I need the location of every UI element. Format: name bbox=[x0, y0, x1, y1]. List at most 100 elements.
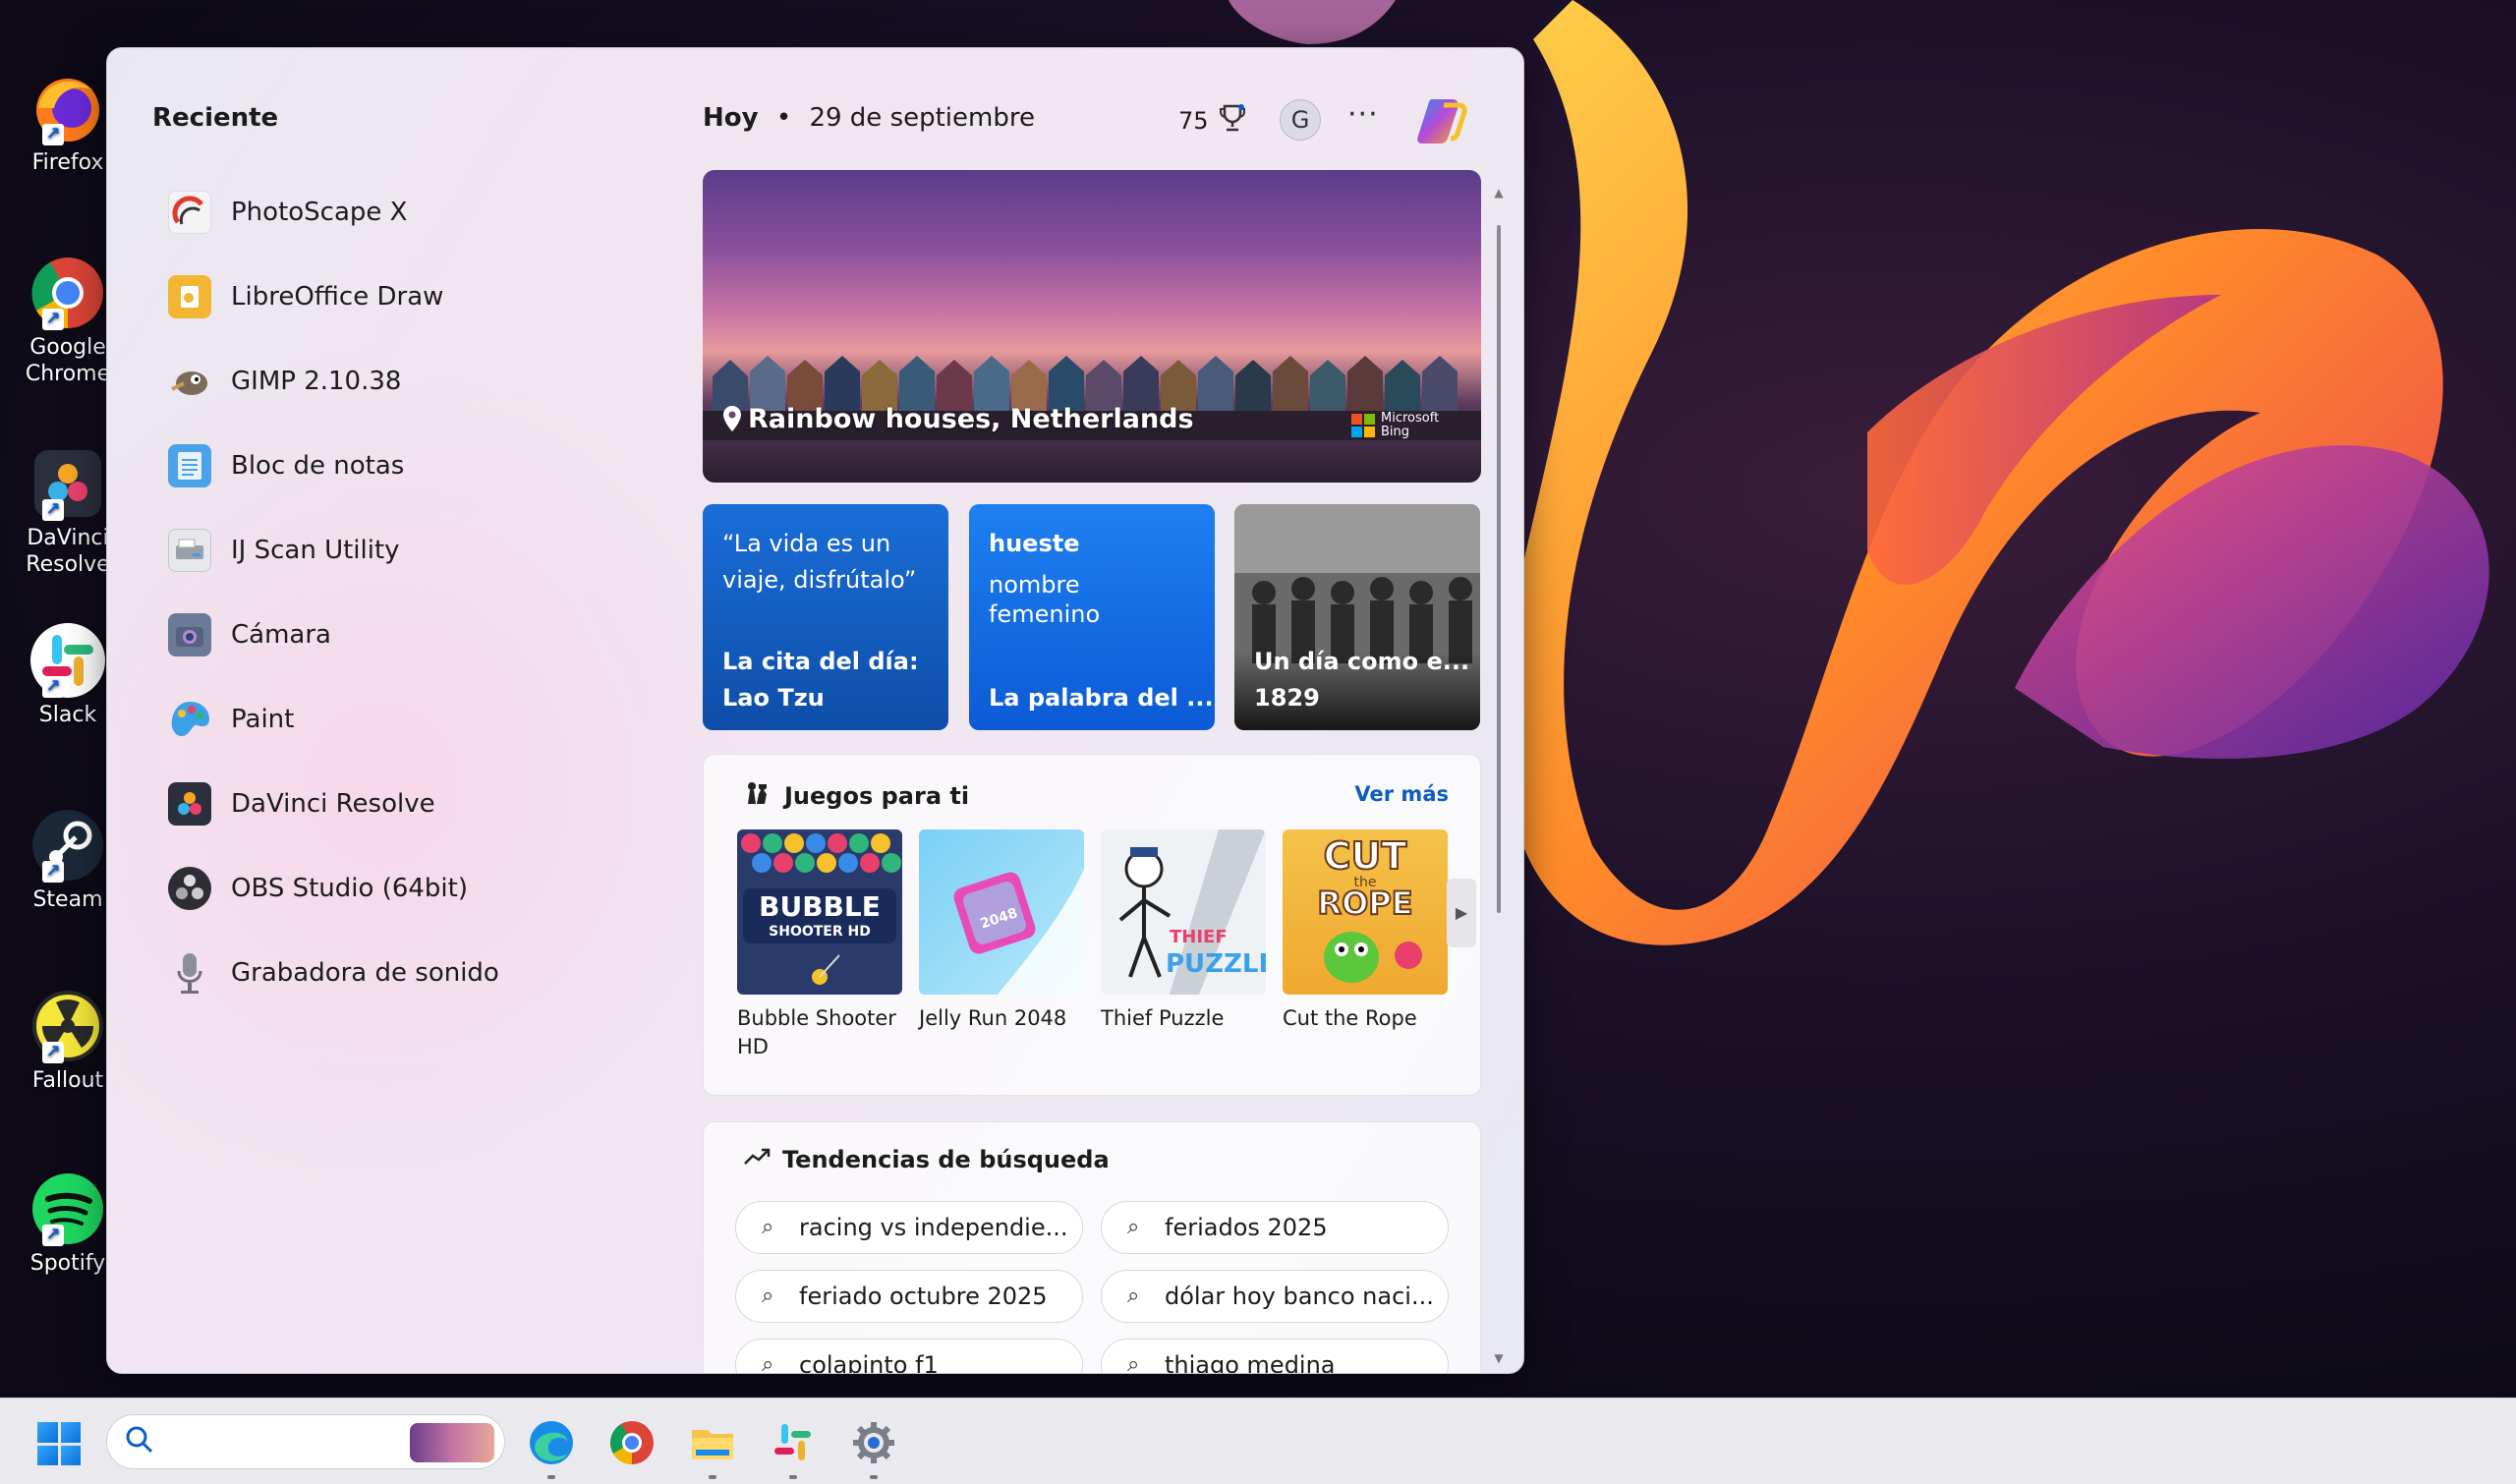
recent-item-label: Grabadora de sonido bbox=[231, 958, 499, 988]
trend-text: colapinto f1 bbox=[799, 1351, 939, 1374]
recent-item-sound-recorder[interactable]: Grabadora de sonido bbox=[168, 931, 718, 1015]
trophy-icon bbox=[1219, 103, 1246, 139]
hero-image-card[interactable]: Rainbow houses, Netherlands Microsoft Bin… bbox=[703, 170, 1481, 483]
recent-item-paint[interactable]: Paint bbox=[168, 677, 718, 762]
recent-item-label: LibreOffice Draw bbox=[231, 282, 444, 312]
on-this-day-title: Un día como e... 1829 bbox=[1254, 644, 1469, 716]
location-pin-icon bbox=[720, 404, 744, 440]
trend-chip[interactable]: ⌕ feriado octubre 2025 bbox=[735, 1270, 1083, 1323]
file-explorer-icon[interactable] bbox=[686, 1416, 739, 1479]
gimp-icon bbox=[168, 360, 211, 403]
chrome-icon: ↗ bbox=[29, 254, 107, 332]
chess-icon bbox=[743, 778, 772, 814]
trend-text: thiago medina bbox=[1165, 1351, 1336, 1374]
recent-item-ij-scan[interactable]: IJ Scan Utility bbox=[168, 508, 718, 593]
trending-up-icon bbox=[743, 1146, 771, 1173]
recent-item-camera[interactable]: Cámara bbox=[168, 593, 718, 677]
games-next-arrow[interactable]: ▶ bbox=[1447, 879, 1476, 947]
game-name: Cut the Rope bbox=[1283, 1006, 1417, 1030]
more-options-button[interactable]: ··· bbox=[1347, 97, 1379, 132]
search-icon: ⌕ bbox=[1127, 1215, 1140, 1239]
microsoft-logo-icon bbox=[1351, 414, 1375, 437]
bing-credit: Microsoft Bing bbox=[1351, 412, 1439, 439]
chrome-icon[interactable] bbox=[605, 1416, 658, 1469]
jelly-run-thumbnail: 2048 bbox=[919, 829, 1084, 995]
game-tile[interactable]: CUT the ROPE Cut the Rope bbox=[1283, 829, 1448, 1033]
trend-chip[interactable]: ⌕ dólar hoy banco naci... bbox=[1101, 1270, 1449, 1323]
word-title: La palabra del ... bbox=[989, 684, 1214, 712]
firefox-icon: ↗ bbox=[29, 69, 107, 147]
search-icon bbox=[125, 1425, 154, 1461]
trends-title-text: Tendencias de búsqueda bbox=[782, 1146, 1110, 1173]
recent-title: Reciente bbox=[152, 103, 279, 133]
recent-item-photoscape[interactable]: PhotoScape X bbox=[168, 170, 718, 255]
paint-icon bbox=[168, 698, 211, 741]
scroll-up-arrow[interactable]: ▲ bbox=[1493, 186, 1505, 200]
recent-item-gimp[interactable]: GIMP 2.10.38 bbox=[168, 339, 718, 424]
games-section: Juegos para ti Ver más BUBBLE SHOOTER HD… bbox=[703, 754, 1481, 1096]
date-separator: • bbox=[775, 103, 792, 133]
word-of-the-day-card[interactable]: hueste nombre femenino La palabra del ..… bbox=[969, 504, 1215, 730]
recent-item-notepad[interactable]: Bloc de notas bbox=[168, 424, 718, 508]
game-tile[interactable]: THIEF PUZZLE Thief Puzzle bbox=[1101, 829, 1266, 1033]
steam-icon: ↗ bbox=[29, 806, 107, 885]
recent-item-davinci[interactable]: DaVinci Resolve bbox=[168, 762, 718, 846]
quote-of-the-day-card[interactable]: “La vida es un viaje, disfrútalo” La cit… bbox=[703, 504, 948, 730]
thief-puzzle-thumbnail: THIEF PUZZLE bbox=[1101, 829, 1266, 995]
on-this-day-card[interactable]: Un día como e... 1829 bbox=[1234, 504, 1480, 730]
bubble-art-subtitle: SHOOTER HD bbox=[769, 924, 871, 940]
search-icon: ⌕ bbox=[1127, 1284, 1140, 1308]
word-text: hueste bbox=[989, 530, 1080, 557]
recent-item-label: Paint bbox=[231, 705, 295, 734]
rewards-points[interactable]: 75 bbox=[1178, 103, 1246, 139]
start-button[interactable] bbox=[37, 1422, 81, 1465]
rope-art-title1: CUT bbox=[1324, 834, 1407, 878]
trend-chip[interactable]: ⌕ colapinto f1 bbox=[735, 1339, 1083, 1374]
settings-icon[interactable] bbox=[847, 1416, 900, 1479]
edge-icon[interactable] bbox=[525, 1416, 578, 1479]
games-title: Juegos para ti bbox=[743, 778, 969, 814]
recent-list: PhotoScape X LibreOffice Draw GIMP 2.10.… bbox=[168, 170, 718, 1015]
games-see-more-link[interactable]: Ver más bbox=[1354, 782, 1449, 806]
trend-chip[interactable]: ⌕ racing vs independie... bbox=[735, 1201, 1083, 1254]
libreoffice-draw-icon bbox=[168, 275, 211, 318]
game-name: Thief Puzzle bbox=[1101, 1006, 1225, 1030]
search-trends-section: Tendencias de búsqueda ⌕ racing vs indepe… bbox=[703, 1121, 1481, 1374]
slack-icon[interactable] bbox=[767, 1416, 820, 1479]
scroll-down-arrow[interactable]: ▼ bbox=[1493, 1351, 1505, 1365]
game-tile[interactable]: BUBBLE SHOOTER HD Bubble Shooter HD bbox=[737, 829, 902, 1061]
scrollbar-thumb[interactable] bbox=[1497, 225, 1501, 913]
hero-caption: Rainbow houses, Netherlands bbox=[748, 404, 1194, 434]
today-date: Hoy • 29 de septiembre bbox=[703, 103, 1035, 133]
obs-icon bbox=[168, 867, 211, 910]
trend-chip[interactable]: ⌕ thiago medina bbox=[1101, 1339, 1449, 1374]
thief-art-title: THIEF bbox=[1170, 927, 1228, 947]
credit-line2: Bing bbox=[1381, 425, 1410, 439]
taskbar-search-box[interactable] bbox=[106, 1414, 505, 1469]
games-title-text: Juegos para ti bbox=[784, 782, 970, 810]
trend-chip[interactable]: ⌕ feriados 2025 bbox=[1101, 1201, 1449, 1254]
quote-author: Lao Tzu bbox=[722, 684, 825, 712]
quote-title: La cita del día: Lao Tzu bbox=[722, 644, 919, 716]
game-tile[interactable]: 2048 Jelly Run 2048 bbox=[919, 829, 1084, 1033]
avatar[interactable]: G bbox=[1280, 99, 1321, 141]
recent-item-label: PhotoScape X bbox=[231, 198, 408, 227]
scrollbar[interactable]: ▲ ▼ bbox=[1493, 186, 1505, 1365]
copilot-icon[interactable] bbox=[1414, 91, 1471, 148]
notepad-icon bbox=[168, 444, 211, 487]
taskbar bbox=[0, 1398, 2516, 1484]
quote-text: “La vida es un viaje, disfrútalo” bbox=[722, 530, 917, 594]
sound-recorder-icon bbox=[168, 951, 211, 995]
recent-item-label: OBS Studio (64bit) bbox=[231, 874, 468, 903]
recent-item-obs[interactable]: OBS Studio (64bit) bbox=[168, 846, 718, 931]
recent-item-libreoffice-draw[interactable]: LibreOffice Draw bbox=[168, 255, 718, 339]
trends-title: Tendencias de búsqueda bbox=[743, 1146, 1110, 1173]
trend-text: feriados 2025 bbox=[1165, 1214, 1328, 1241]
recent-item-label: Bloc de notas bbox=[231, 451, 405, 481]
fallout-icon: ↗ bbox=[29, 987, 107, 1065]
trend-text: feriado octubre 2025 bbox=[799, 1283, 1048, 1310]
davinci-icon: ↗ bbox=[29, 444, 107, 523]
cut-the-rope-thumbnail: CUT the ROPE bbox=[1283, 829, 1448, 995]
search-icon: ⌕ bbox=[762, 1352, 774, 1374]
camera-icon bbox=[168, 613, 211, 656]
